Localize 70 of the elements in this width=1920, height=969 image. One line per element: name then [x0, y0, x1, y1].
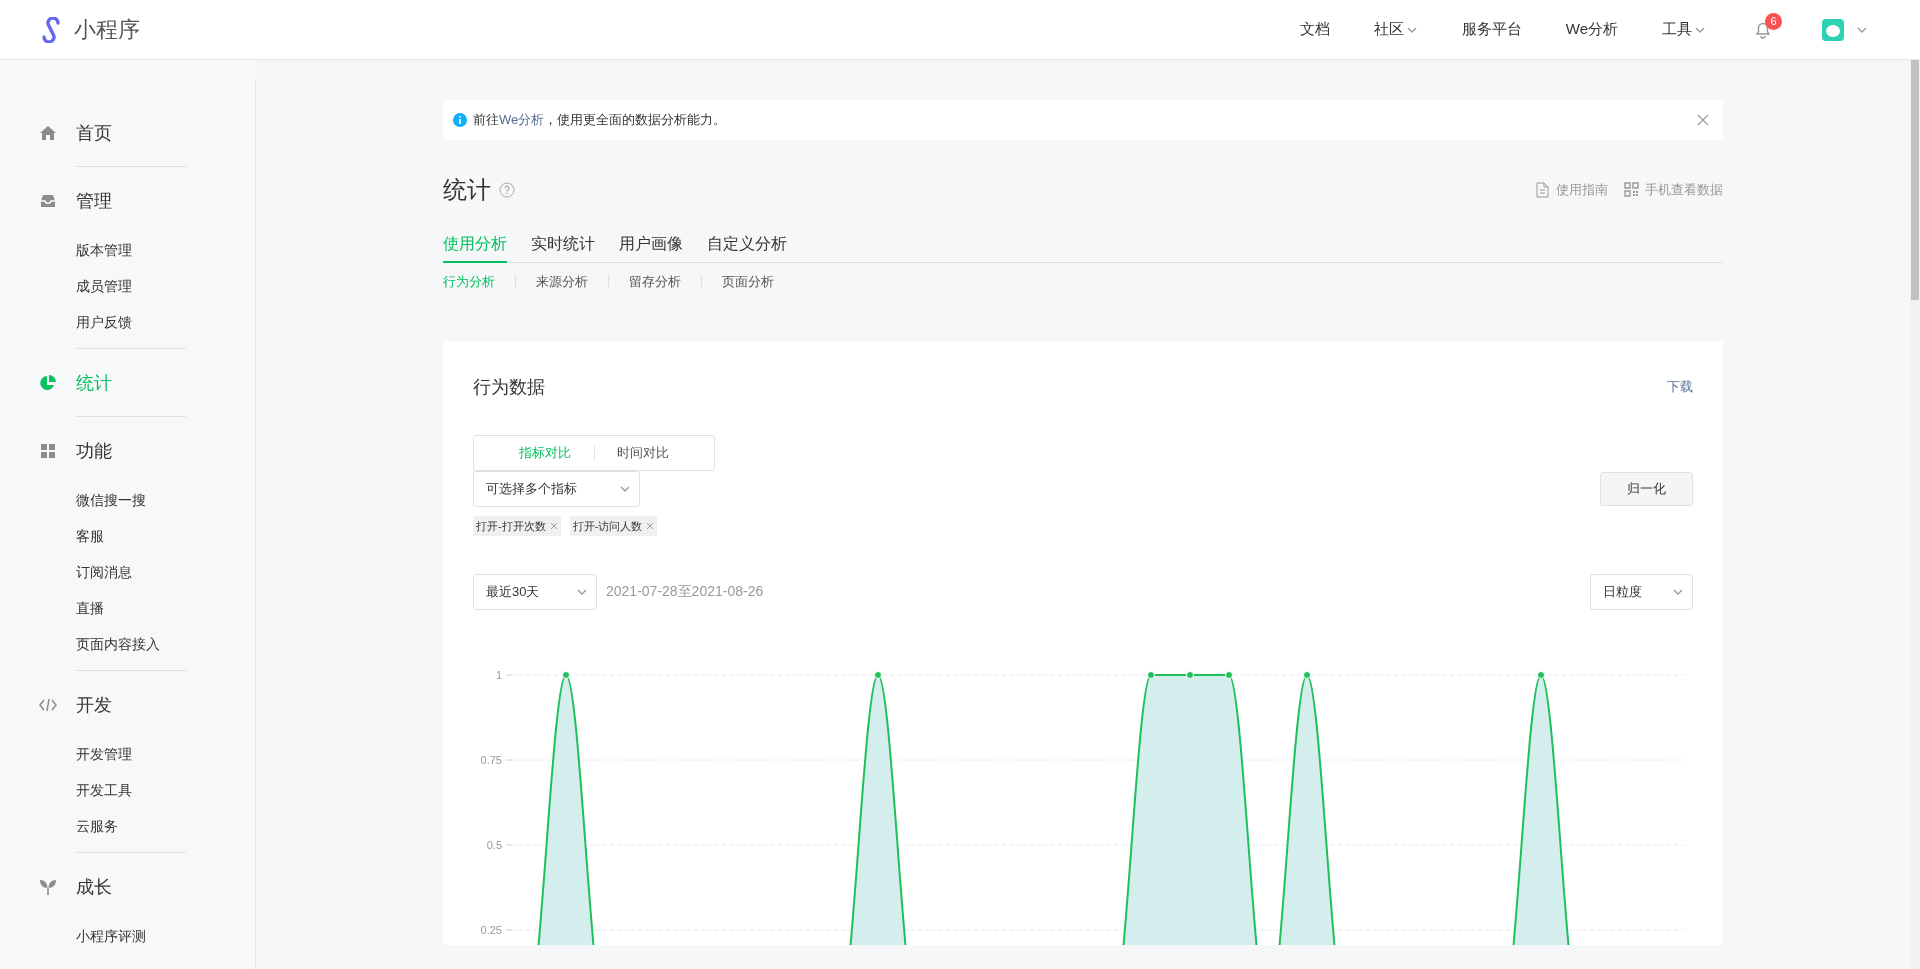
notice-link[interactable]: We分析	[499, 112, 545, 127]
axis-label: 1	[495, 669, 502, 681]
notice-text: 前往We分析，使用更全面的数据分析能力。	[473, 111, 727, 129]
sidebar-item[interactable]: 管理	[76, 189, 112, 213]
axis-label: 0.75	[480, 754, 502, 766]
page-title: 统计	[443, 175, 491, 205]
sidebar-subitem[interactable]: 页面内容接入	[0, 626, 256, 662]
nav-link[interactable]: 社区	[1373, 20, 1418, 39]
metric-dropdown[interactable]: 可选择多个指标	[473, 471, 640, 507]
help-icon[interactable]	[499, 182, 515, 198]
pie-chart-icon	[39, 374, 57, 392]
range-dropdown[interactable]: 最近30天	[473, 574, 597, 610]
sidebar-item[interactable]: 功能	[76, 439, 112, 463]
granularity-dropdown[interactable]: 日粒度	[1590, 574, 1693, 610]
normalize-button[interactable]: 归一化	[1600, 472, 1693, 506]
data-point	[1186, 671, 1194, 679]
data-point	[1147, 671, 1155, 679]
sidebar-subitem[interactable]: 云服务	[0, 808, 256, 844]
nav-link[interactable]: 文档	[1299, 20, 1330, 39]
inbox-icon	[39, 192, 57, 210]
sidebar-item[interactable]: 首页	[76, 121, 112, 145]
tab[interactable]: 自定义分析	[707, 229, 787, 263]
card-title: 行为数据	[473, 376, 545, 399]
nav-link[interactable]: 工具	[1662, 20, 1706, 39]
scrollbar-thumb[interactable]	[1911, 60, 1919, 300]
close-icon[interactable]	[1697, 114, 1709, 126]
download-link[interactable]: 下载	[1667, 378, 1693, 396]
sidebar-subitem[interactable]: 用户反馈	[0, 304, 256, 340]
sidebar-item[interactable]: 开发	[76, 693, 112, 717]
remove-icon[interactable]	[646, 522, 655, 530]
subtab[interactable]: 页面分析	[701, 275, 794, 289]
tag-label: 打开-访问人数	[572, 518, 643, 534]
axis-label: 0.5	[486, 839, 502, 851]
bell-icon[interactable]	[1754, 20, 1772, 39]
sidebar-subitem[interactable]: 小程序评测	[0, 918, 256, 954]
code-icon	[39, 696, 57, 714]
home-icon	[39, 124, 57, 142]
remove-icon[interactable]	[549, 522, 558, 530]
subtab[interactable]: 留存分析	[608, 275, 701, 289]
nav-link[interactable]: 服务平台	[1461, 20, 1522, 39]
sidebar-subitem[interactable]: 微信搜一搜	[0, 482, 256, 518]
data-point	[1537, 671, 1545, 679]
qr-code-icon	[1624, 182, 1639, 198]
tab[interactable]: 实时统计	[531, 229, 595, 263]
subtab[interactable]: 来源分析	[515, 275, 608, 289]
sidebar-subitem[interactable]: 客服	[0, 518, 256, 554]
logo-text[interactable]: 小程序	[74, 14, 140, 45]
sidebar-subitem[interactable]: 开发工具	[0, 772, 256, 808]
info-icon	[453, 113, 467, 127]
sidebar-subitem[interactable]: 成员管理	[0, 268, 256, 304]
data-point	[1225, 671, 1233, 679]
date-range: 2021-07-28至2021-08-26	[606, 583, 764, 601]
sidebar-subitem[interactable]: 订阅消息	[0, 554, 256, 590]
sidebar-subitem[interactable]: 版本管理	[0, 232, 256, 268]
nav-link[interactable]: We分析	[1565, 20, 1618, 39]
data-point	[562, 671, 570, 679]
sidebar-subitem[interactable]: 直播	[0, 590, 256, 626]
tag-label: 打开-打开次数	[476, 518, 546, 534]
data-point	[874, 671, 882, 679]
grid-icon	[39, 442, 57, 460]
data-point	[1303, 671, 1311, 679]
notification-badge: 6	[1765, 12, 1782, 30]
segment-option[interactable]: 时间对比	[593, 446, 692, 460]
sidebar-item[interactable]: 成长	[76, 875, 112, 899]
document-icon	[1535, 182, 1550, 198]
axis-label: 0.25	[480, 924, 502, 936]
avatar-icon[interactable]	[1822, 18, 1844, 41]
tab[interactable]: 用户画像	[619, 229, 683, 263]
sidebar-subitem[interactable]: 开发管理	[0, 736, 256, 772]
sprout-icon	[39, 878, 57, 896]
